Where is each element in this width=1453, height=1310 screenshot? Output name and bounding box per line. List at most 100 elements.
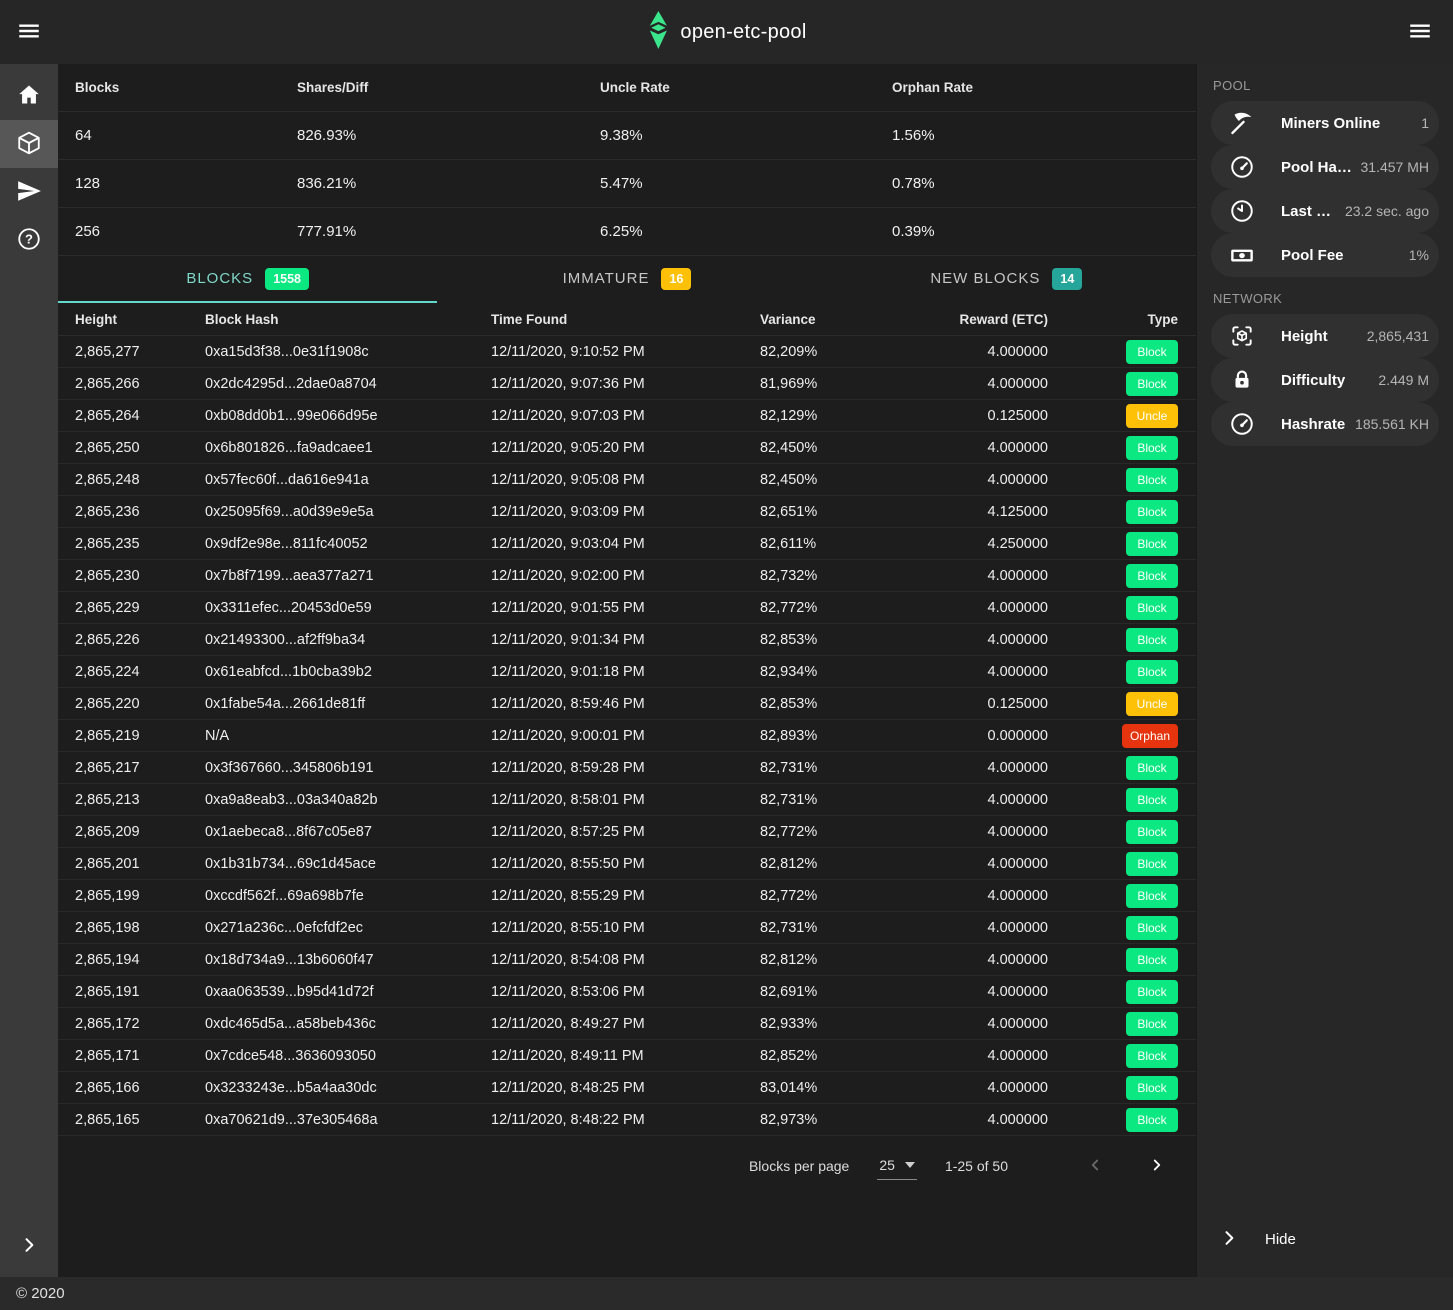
block-reward-cell: 4.000000 [880,344,1048,360]
block-type-chip: Block [1126,468,1178,492]
block-time-cell: 12/11/2020, 9:01:34 PM [491,632,760,648]
block-hash-cell: 0xa15d3f38...0e31f1908c [205,344,491,360]
stat-value: 2.449 M [1374,372,1429,388]
block-time-cell: 12/11/2020, 9:03:09 PM [491,504,760,520]
block-row: 2,865,217 0x3f367660...345806b191 12/11/… [58,752,1196,784]
tab-blocks-count-badge: 1558 [265,268,309,290]
stats-row: 128 836.21% 5.47% 0.78% [58,160,1196,208]
sidebar-item-payments[interactable] [0,168,58,216]
stats-uncle-cell: 6.25% [600,223,892,240]
block-hash-cell: 0xa70621d9...37e305468a [205,1112,491,1128]
block-type-cell: Block [1048,596,1196,620]
block-type-chip: Uncle [1126,692,1178,716]
stat-label: Height [1281,328,1328,345]
tab-immature[interactable]: IMMATURE 16 [437,256,816,303]
block-hash-cell: 0xb08dd0b1...99e066d95e [205,408,491,424]
block-hash-cell: 0xa9a8eab3...03a340a82b [205,792,491,808]
tab-new-blocks[interactable]: NEW BLOCKS 14 [817,256,1196,303]
per-page-select[interactable]: 25 [877,1153,917,1180]
block-reward-cell: 4.000000 [880,888,1048,904]
menu-button-right[interactable] [1399,10,1441,55]
block-time-cell: 12/11/2020, 8:48:22 PM [491,1112,760,1128]
expand-rail-button[interactable] [0,1222,58,1270]
caret-down-icon [905,1162,915,1168]
block-row: 2,865,220 0x1fabe54a...2661de81ff 12/11/… [58,688,1196,720]
block-variance-cell: 82,731% [760,760,880,776]
block-variance-cell: 82,772% [760,888,880,904]
block-row: 2,865,226 0x21493300...af2ff9ba34 12/11/… [58,624,1196,656]
block-hash-cell: 0x3f367660...345806b191 [205,760,491,776]
block-height-cell: 2,865,165 [75,1112,205,1128]
block-height-cell: 2,865,250 [75,440,205,456]
block-reward-cell: 0.125000 [880,696,1048,712]
stats-table-header: Blocks Shares/Diff Uncle Rate Orphan Rat… [58,64,1196,112]
block-variance-cell: 82,651% [760,504,880,520]
brand: open-etc-pool [646,11,806,54]
block-type-cell: Block [1048,756,1196,780]
col-type: Type [1048,312,1196,327]
block-reward-cell: 4.000000 [880,952,1048,968]
block-type-cell: Block [1048,1012,1196,1036]
stat-network-difficulty: Difficulty 2.449 M [1211,358,1439,402]
block-row: 2,865,248 0x57fec60f...da616e941a 12/11/… [58,464,1196,496]
block-type-cell: Block [1048,1076,1196,1100]
sidebar-item-blocks[interactable] [0,120,58,168]
block-type-cell: Block [1048,340,1196,364]
block-reward-cell: 4.000000 [880,664,1048,680]
block-time-cell: 12/11/2020, 8:48:25 PM [491,1080,760,1096]
block-hash-cell: N/A [205,728,491,744]
stats-orphan-cell: 0.39% [892,223,1196,240]
block-row: 2,865,172 0xdc465d5a...a58beb436c 12/11/… [58,1008,1196,1040]
block-type-chip: Block [1126,628,1178,652]
block-reward-cell: 4.000000 [880,1048,1048,1064]
menu-button-left[interactable] [8,10,50,55]
block-hash-cell: 0x1b31b734...69c1d45ace [205,856,491,872]
block-row: 2,865,224 0x61eabfcd...1b0cba39b2 12/11/… [58,656,1196,688]
block-row: 2,865,198 0x271a236c...0efcfdf2ec 12/11/… [58,912,1196,944]
block-reward-cell: 4.000000 [880,920,1048,936]
block-row: 2,865,166 0x3233243e...b5a4aa30dc 12/11/… [58,1072,1196,1104]
copyright-label: © 2020 [16,1285,65,1302]
block-variance-cell: 82,933% [760,1016,880,1032]
block-height-cell: 2,865,230 [75,568,205,584]
block-height-cell: 2,865,219 [75,728,205,744]
block-height-cell: 2,865,264 [75,408,205,424]
page-footer: © 2020 [0,1277,1453,1310]
block-reward-cell: 4.000000 [880,984,1048,1000]
top-app-bar: open-etc-pool [0,0,1453,64]
previous-page-button[interactable] [1078,1148,1112,1185]
block-hash-cell: 0x3233243e...b5a4aa30dc [205,1080,491,1096]
hide-sidebar-button[interactable]: Hide [1197,1215,1453,1263]
pool-section-label: POOL [1197,64,1453,101]
block-hash-cell: 0x21493300...af2ff9ba34 [205,632,491,648]
block-reward-cell: 4.250000 [880,536,1048,552]
stats-col-shares-diff: Shares/Diff [297,80,600,95]
sidebar-item-home[interactable] [0,72,58,120]
block-type-cell: Block [1048,980,1196,1004]
sidebar-spacer [1197,446,1453,1215]
stat-value: 2,865,431 [1363,328,1429,344]
block-reward-cell: 4.000000 [880,568,1048,584]
block-time-cell: 12/11/2020, 8:55:29 PM [491,888,760,904]
block-variance-cell: 83,014% [760,1080,880,1096]
block-reward-cell: 4.000000 [880,1080,1048,1096]
blocks-table-body: 2,865,277 0xa15d3f38...0e31f1908c 12/11/… [58,336,1196,1136]
block-reward-cell: 4.125000 [880,504,1048,520]
sidebar-item-help[interactable]: ? [0,216,58,264]
tab-blocks[interactable]: BLOCKS 1558 [58,256,437,303]
block-variance-cell: 82,934% [760,664,880,680]
block-time-cell: 12/11/2020, 9:01:18 PM [491,664,760,680]
block-row: 2,865,171 0x7cdce548...3636093050 12/11/… [58,1040,1196,1072]
block-height-cell: 2,865,220 [75,696,205,712]
block-hash-cell: 0xdc465d5a...a58beb436c [205,1016,491,1032]
block-reward-cell: 4.000000 [880,1016,1048,1032]
next-page-button[interactable] [1140,1148,1174,1185]
chevron-right-icon [19,1235,39,1258]
block-type-cell: Block [1048,1044,1196,1068]
stat-value: 23.2 sec. ago [1341,203,1429,219]
block-height-cell: 2,865,229 [75,600,205,616]
tab-immature-count-badge: 16 [661,268,691,290]
block-hash-cell: 0x2dc4295d...2dae0a8704 [205,376,491,392]
stat-label: Pool Fee [1281,247,1344,264]
stats-col-orphan-rate: Orphan Rate [892,80,1196,95]
